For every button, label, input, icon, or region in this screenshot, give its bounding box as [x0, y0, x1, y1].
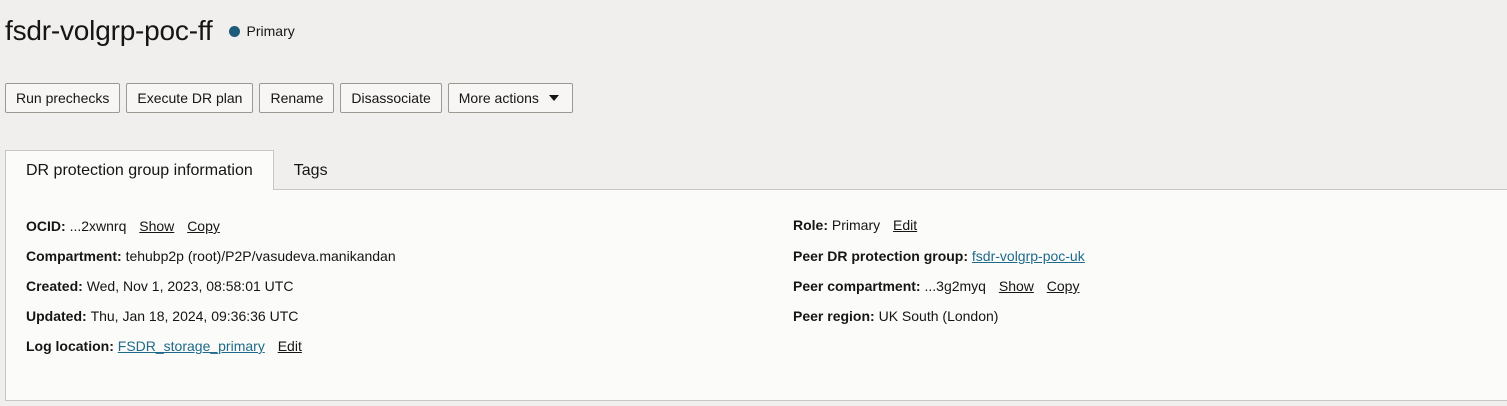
- disassociate-button[interactable]: Disassociate: [340, 83, 442, 113]
- status-badge: Primary: [228, 23, 295, 39]
- peer-region-value: UK South (London): [878, 308, 999, 324]
- status-dot-icon: [228, 25, 240, 37]
- peer-region-row: Peer region: UK South (London): [793, 308, 998, 324]
- created-row: Created: Wed, Nov 1, 2023, 08:58:01 UTC: [26, 278, 293, 294]
- action-toolbar: Run prechecks Execute DR plan Rename Dis…: [5, 83, 573, 113]
- page-header: fsdr-volgrp-poc-ff Primary: [5, 12, 295, 50]
- peer-group-label: Peer DR protection group:: [793, 248, 972, 264]
- peer-compartment-show-link[interactable]: Show: [999, 278, 1034, 294]
- peer-compartment-label: Peer compartment:: [793, 278, 925, 294]
- log-location-edit-link[interactable]: Edit: [278, 338, 302, 354]
- tab-dr-protection-group-information[interactable]: DR protection group information: [5, 150, 274, 190]
- created-value: Wed, Nov 1, 2023, 08:58:01 UTC: [86, 278, 294, 294]
- execute-dr-plan-button[interactable]: Execute DR plan: [126, 83, 254, 113]
- compartment-row: Compartment: tehubp2p (root)/P2P/vasudev…: [26, 248, 396, 264]
- peer-group-link[interactable]: fsdr-volgrp-poc-uk: [972, 248, 1085, 264]
- ocid-value: ...2xwnrq: [69, 218, 127, 234]
- ocid-show-link[interactable]: Show: [139, 218, 174, 234]
- role-value: Primary: [831, 217, 881, 233]
- ocid-row: OCID: ...2xwnrq Show Copy: [26, 218, 220, 234]
- peer-compartment-value: ...3g2myq: [924, 278, 986, 294]
- log-location-label: Log location:: [26, 338, 118, 354]
- role-row: Role: Primary Edit: [793, 217, 917, 233]
- log-location-link[interactable]: FSDR_storage_primary: [118, 338, 265, 354]
- peer-region-label: Peer region:: [793, 308, 879, 324]
- details-panel: OCID: ...2xwnrq Show Copy Compartment: t…: [5, 189, 1507, 401]
- compartment-value: tehubp2p (root)/P2P/vasudeva.manikandan: [125, 248, 396, 264]
- more-actions-button[interactable]: More actions: [447, 83, 573, 113]
- compartment-label: Compartment:: [26, 248, 126, 264]
- caret-down-icon: [548, 95, 559, 101]
- peer-compartment-row: Peer compartment: ...3g2myq Show Copy: [793, 278, 1079, 294]
- peer-group-row: Peer DR protection group: fsdr-volgrp-po…: [793, 248, 1085, 264]
- page-title: fsdr-volgrp-poc-ff: [5, 15, 213, 46]
- peer-compartment-copy-link[interactable]: Copy: [1047, 278, 1080, 294]
- tab-tags[interactable]: Tags: [274, 151, 348, 190]
- log-location-row: Log location: FSDR_storage_primary Edit: [26, 338, 302, 354]
- updated-row: Updated: Thu, Jan 18, 2024, 09:36:36 UTC: [26, 308, 298, 324]
- tab-bar: DR protection group information Tags: [5, 150, 348, 190]
- updated-value: Thu, Jan 18, 2024, 09:36:36 UTC: [90, 308, 299, 324]
- rename-button[interactable]: Rename: [259, 83, 335, 113]
- role-label: Role:: [793, 217, 832, 233]
- status-label: Primary: [246, 23, 295, 39]
- run-prechecks-button[interactable]: Run prechecks: [5, 83, 121, 113]
- more-actions-label: More actions: [458, 90, 539, 106]
- updated-label: Updated:: [26, 308, 91, 324]
- ocid-copy-link[interactable]: Copy: [187, 218, 220, 234]
- role-edit-link[interactable]: Edit: [893, 217, 917, 233]
- created-label: Created:: [26, 278, 87, 294]
- ocid-label: OCID:: [26, 218, 70, 234]
